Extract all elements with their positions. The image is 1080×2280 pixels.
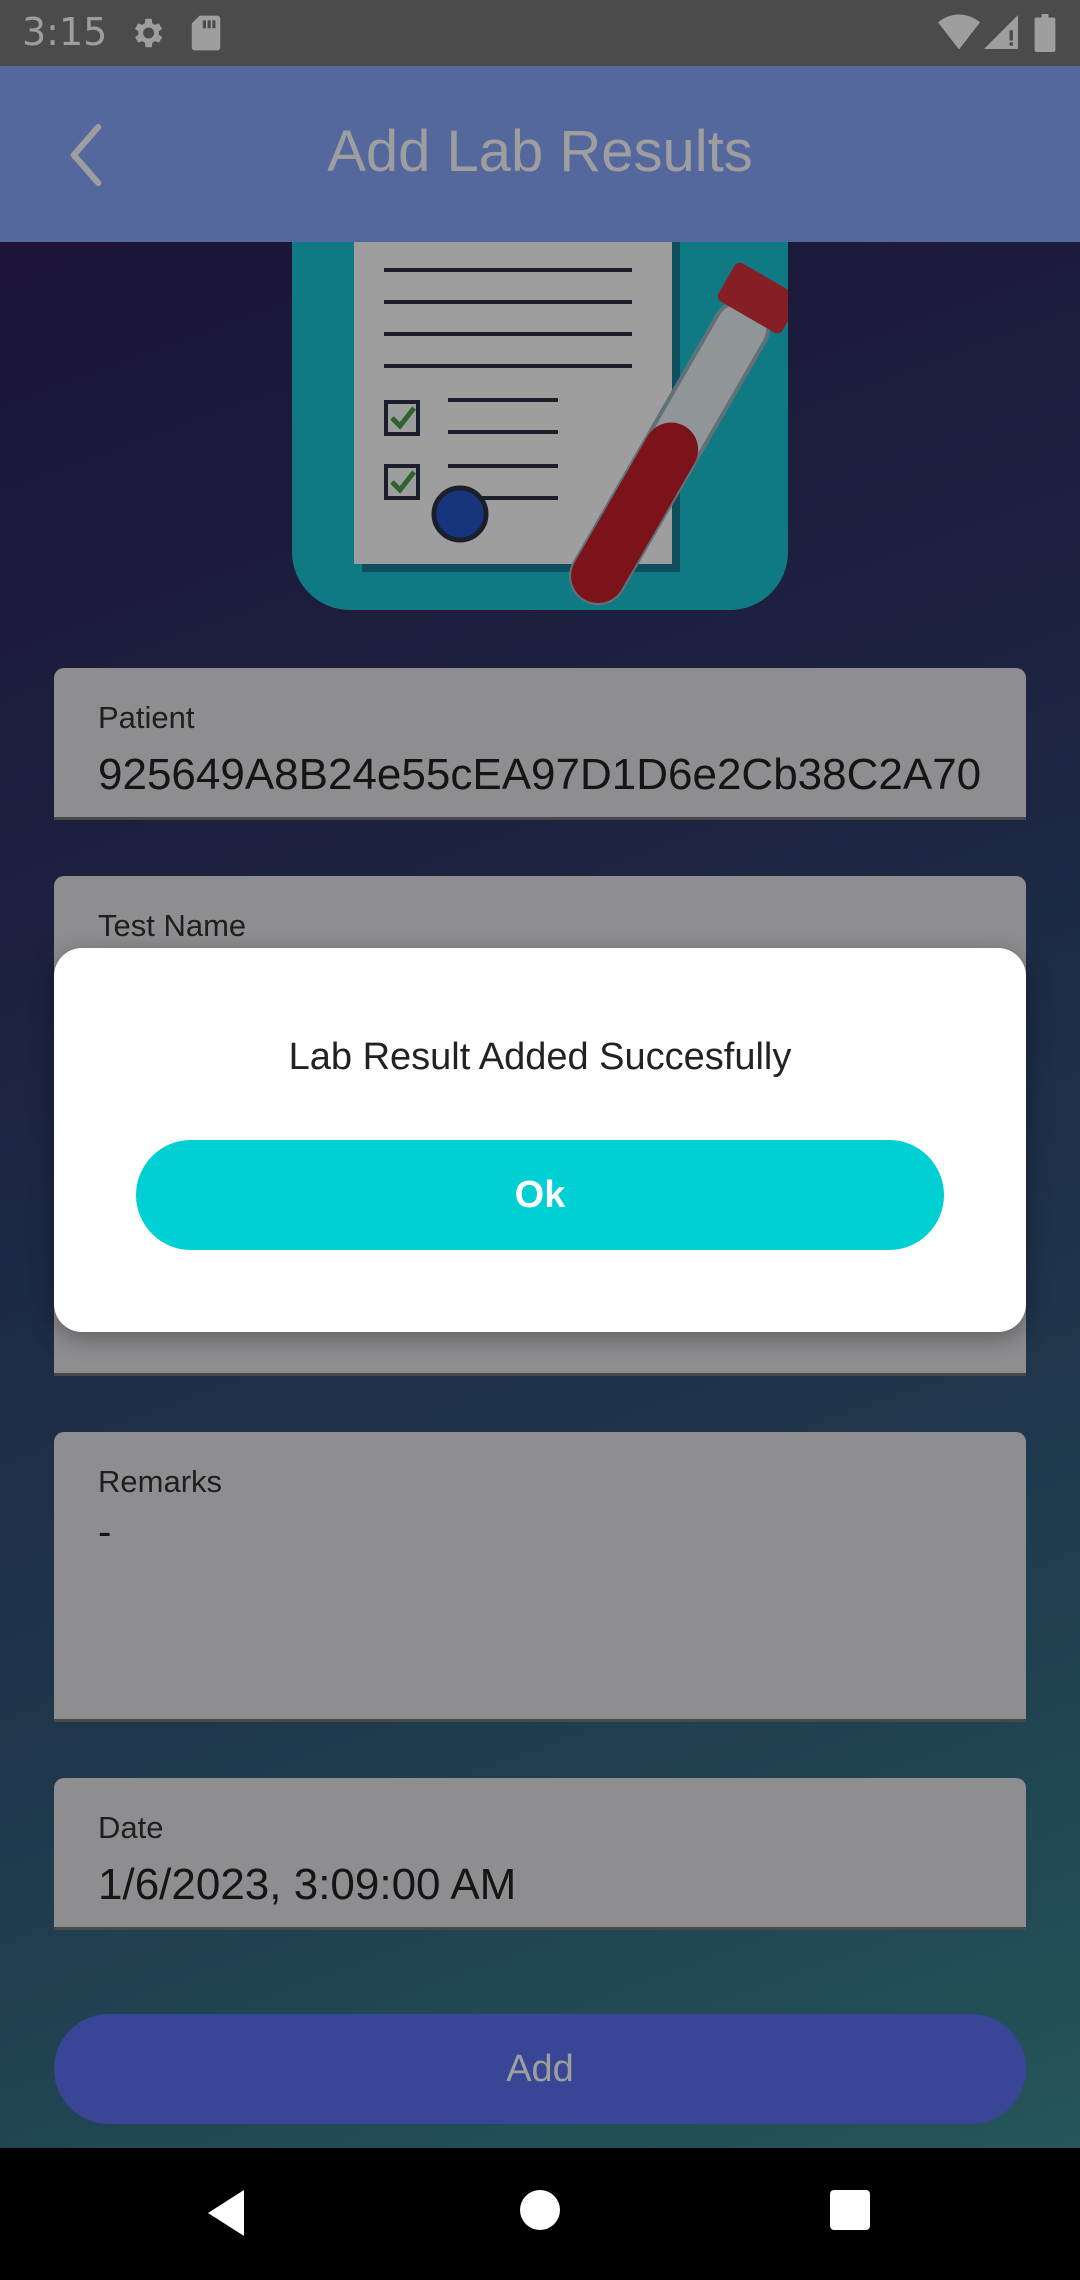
success-dialog: Lab Result Added Succesfully Ok [54, 948, 1026, 1332]
recents-square-icon[interactable] [828, 2188, 872, 2237]
dialog-message: Lab Result Added Succesfully [288, 1036, 792, 1078]
ok-button[interactable]: Ok [136, 1140, 944, 1250]
navigation-bar [0, 2148, 1080, 2280]
back-triangle-icon[interactable] [204, 2188, 248, 2243]
home-circle-icon[interactable] [518, 2188, 562, 2237]
